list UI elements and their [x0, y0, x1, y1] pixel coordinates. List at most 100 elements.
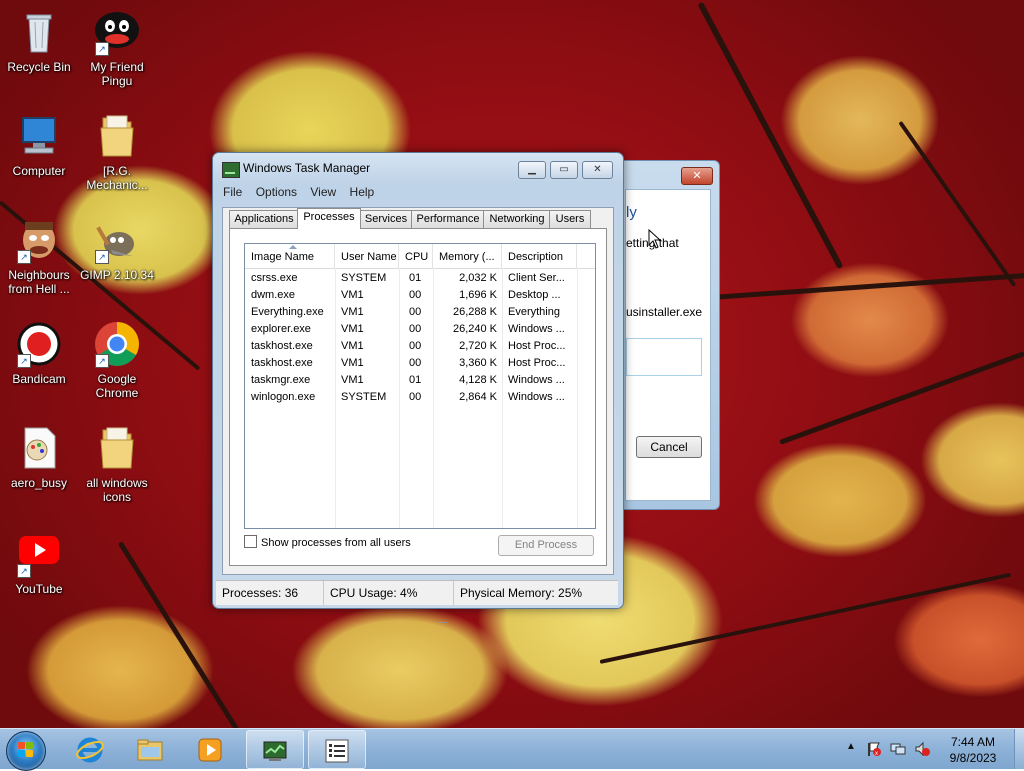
process-user-name: SYSTEM [341, 391, 387, 403]
start-button[interactable] [6, 731, 46, 771]
show-all-processes-label: Show processes from all users [261, 537, 411, 549]
process-row[interactable]: taskhost.exe VM1 00 2,720 K Host Proc... [245, 338, 577, 355]
resize-grip[interactable] [439, 622, 447, 627]
process-description: Windows ... [508, 374, 565, 386]
taskbar-windows-explorer[interactable] [122, 730, 178, 767]
show-desktop-button[interactable] [1014, 729, 1024, 769]
column-memory[interactable]: Memory (... [433, 244, 502, 268]
process-row[interactable]: taskmgr.exe VM1 01 4,128 K Windows ... [245, 372, 577, 389]
column-divider [577, 268, 578, 528]
task-manager-body: Applications Processes Services Performa… [222, 207, 614, 623]
paint-file-icon [15, 424, 63, 472]
taskbar-media-player[interactable] [182, 730, 238, 767]
dialog-heading: ly [626, 204, 637, 221]
desktop-icon-all-windows-icons[interactable]: all windows icons [78, 424, 156, 504]
shortcut-arrow-icon: ↗ [95, 42, 109, 56]
folder-icon [93, 112, 141, 160]
process-row[interactable]: winlogon.exe SYSTEM 00 2,864 K Windows ... [245, 389, 577, 406]
process-user-name: VM1 [341, 289, 364, 301]
title-bar[interactable]: Windows Task Manager ▁ ▭ ✕ [213, 153, 623, 183]
desktop-icon-chrome[interactable]: ↗ Google Chrome [78, 320, 156, 400]
process-description: Desktop ... [508, 289, 561, 301]
network-icon[interactable] [890, 741, 906, 757]
process-user-name: VM1 [341, 374, 364, 386]
taskbar-installer-window[interactable] [308, 730, 366, 769]
taskbar-internet-explorer[interactable] [62, 730, 118, 767]
process-description: Everything [508, 306, 560, 318]
tab-services[interactable]: Services [359, 210, 413, 228]
minimize-button[interactable]: ▁ [518, 161, 546, 179]
column-cpu[interactable]: CPU [399, 244, 433, 268]
menu-help[interactable]: Help [350, 183, 375, 201]
tab-applications[interactable]: Applications [229, 210, 299, 228]
dialog-content: ly etting that usinstaller.exe Cancel [625, 189, 711, 501]
desktop-icon-gimp[interactable]: ↗ GIMP 2.10.34 [78, 216, 156, 282]
menu-file[interactable]: File [223, 183, 242, 201]
list-window-icon [323, 737, 351, 763]
process-row[interactable]: Everything.exe VM1 00 26,288 K Everything [245, 304, 577, 321]
gimp-icon: ↗ [93, 216, 141, 264]
desktop-icon-computer[interactable]: Computer [0, 112, 78, 178]
column-user-name[interactable]: User Name [335, 244, 399, 268]
process-row[interactable]: explorer.exe VM1 00 26,240 K Windows ... [245, 321, 577, 338]
show-all-processes-option[interactable]: Show processes from all users [244, 535, 411, 550]
folder-icon [93, 424, 141, 472]
menu-options[interactable]: Options [256, 183, 297, 201]
column-description[interactable]: Description [502, 244, 577, 268]
explorer-icon [136, 736, 164, 761]
dialog-close-button[interactable]: ✕ [681, 167, 713, 185]
clock-time: 7:44 AM [950, 735, 996, 749]
tab-networking[interactable]: Networking [483, 210, 551, 228]
tab-performance[interactable]: Performance [411, 210, 485, 228]
windows-logo-icon [18, 742, 34, 758]
desktop-icon-recycle-bin[interactable]: Recycle Bin [0, 8, 78, 74]
process-user-name: VM1 [341, 323, 364, 335]
menu-view[interactable]: View [310, 183, 336, 201]
show-all-processes-checkbox[interactable] [244, 535, 257, 548]
desktop-icon-label: all windows icons [86, 476, 148, 504]
tab-processes[interactable]: Processes [297, 208, 361, 229]
action-center-flag-icon[interactable]: x [866, 741, 882, 757]
tab-users[interactable]: Users [549, 210, 591, 228]
desktop[interactable]: Recycle Bin ↗ My Friend Pingu Computer [… [0, 0, 1024, 728]
shortcut-arrow-icon: ↗ [17, 250, 31, 264]
desktop-icon-pingu[interactable]: ↗ My Friend Pingu [78, 8, 156, 88]
dialog-file-name: usinstaller.exe [626, 305, 703, 319]
shortcut-arrow-icon: ↗ [17, 564, 31, 578]
desktop-icon-neighbours[interactable]: ↗ Neighbours from Hell ... [0, 216, 78, 296]
taskbar-task-manager[interactable] [246, 730, 304, 769]
process-memory: 2,032 K [459, 272, 497, 284]
maximize-button[interactable]: ▭ [550, 161, 578, 179]
desktop-icon-bandicam[interactable]: ↗ Bandicam [0, 320, 78, 386]
taskbar: ▲ x 7:44 AM 9/8/2023 [0, 728, 1024, 771]
process-cpu: 00 [409, 340, 422, 352]
sort-ascending-icon [289, 245, 297, 249]
task-manager-window[interactable]: Windows Task Manager ▁ ▭ ✕ File Options … [212, 152, 624, 623]
process-memory: 3,360 K [459, 357, 497, 369]
process-row[interactable]: taskhost.exe VM1 00 3,360 K Host Proc... [245, 355, 577, 372]
clock[interactable]: 7:44 AM 9/8/2023 [936, 734, 1010, 766]
status-processes: Processes: 36 [216, 581, 324, 605]
clock-date: 9/8/2023 [949, 751, 997, 765]
process-user-name: VM1 [341, 306, 364, 318]
process-row[interactable]: csrss.exe SYSTEM 01 2,032 K Client Ser... [245, 270, 577, 287]
cancel-button[interactable]: Cancel [636, 436, 702, 458]
volume-muted-icon[interactable] [914, 741, 930, 757]
close-button[interactable]: ✕ [582, 161, 613, 179]
desktop-icon-label: Computer [12, 164, 66, 178]
desktop-icon-youtube[interactable]: ↗ YouTube [0, 530, 78, 596]
process-list[interactable]: Image Name User Name CPU Memory (... Des… [244, 243, 596, 529]
desktop-icon-aero-busy[interactable]: aero_busy [0, 424, 78, 490]
end-process-button[interactable]: End Process [498, 535, 594, 556]
wallpaper-branch [779, 351, 1024, 445]
desktop-icon-rg-mechanic[interactable]: [R.G. Mechanic... [78, 112, 156, 192]
process-memory: 2,864 K [459, 391, 497, 403]
process-row[interactable]: dwm.exe VM1 00 1,696 K Desktop ... [245, 287, 577, 304]
window-title: Windows Task Manager [243, 161, 371, 175]
bandicam-icon: ↗ [15, 320, 63, 368]
processes-panel: Image Name User Name CPU Memory (... Des… [229, 228, 607, 566]
process-memory: 4,128 K [459, 374, 497, 386]
desktop-icon-label: My Friend Pingu [90, 60, 144, 88]
status-bar: Processes: 36 CPU Usage: 4% Physical Mem… [216, 580, 618, 605]
show-hidden-icons-arrow[interactable]: ▲ [846, 741, 856, 752]
